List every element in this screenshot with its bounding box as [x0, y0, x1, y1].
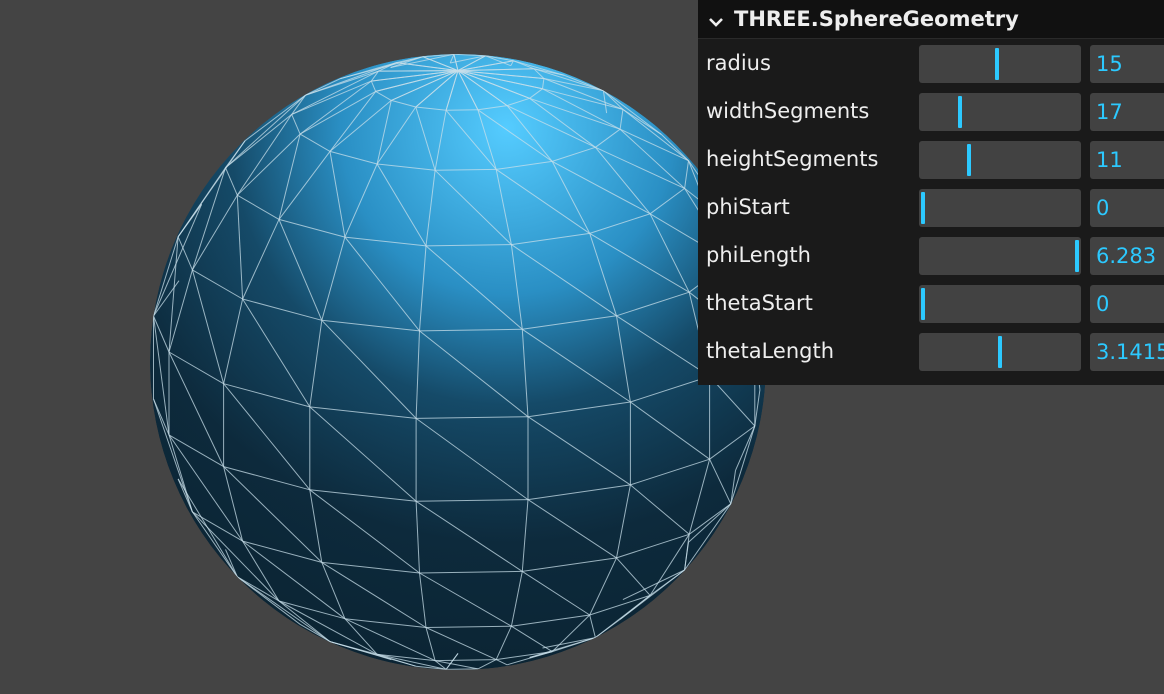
width-segments-input[interactable]: 17	[1090, 93, 1164, 131]
theta-start-input[interactable]: 0	[1090, 285, 1164, 323]
width-segments-slider-handle[interactable]	[957, 96, 962, 128]
radius-slider[interactable]	[919, 45, 1081, 83]
gui-row-phi-length: phiLength 6.283	[698, 231, 1164, 279]
phi-start-slider[interactable]	[919, 189, 1081, 227]
phi-start-label: phiStart	[706, 195, 790, 219]
gui-row-theta-length: thetaLength 3.1415	[698, 327, 1164, 375]
chevron-down-icon	[708, 11, 724, 27]
3d-viewport[interactable]: THREE.SphereGeometry radius 15 widthSegm…	[0, 0, 1164, 694]
theta-length-input[interactable]: 3.1415	[1090, 333, 1164, 371]
wire-edge	[446, 668, 478, 670]
wire-edge	[446, 109, 478, 111]
wire-edge	[378, 70, 459, 72]
phi-length-input[interactable]: 6.283	[1090, 237, 1164, 275]
gui-row-width-segments: widthSegments 17	[698, 87, 1164, 135]
gui-title-label: THREE.SphereGeometry	[734, 7, 1019, 31]
theta-length-slider-handle[interactable]	[998, 336, 1002, 368]
radius-slider-handle[interactable]	[994, 48, 999, 80]
gui-row-theta-start: thetaStart 0	[698, 279, 1164, 327]
gui-row-height-segments: heightSegments 11	[698, 135, 1164, 183]
height-segments-slider[interactable]	[919, 141, 1081, 179]
phi-start-input[interactable]: 0	[1090, 189, 1164, 227]
radius-label: radius	[706, 51, 771, 75]
gui-row-phi-start: phiStart 0	[698, 183, 1164, 231]
phi-length-label: phiLength	[706, 243, 811, 267]
theta-start-slider[interactable]	[919, 285, 1081, 323]
radius-input[interactable]: 15	[1090, 45, 1164, 83]
phi-length-slider[interactable]	[919, 237, 1081, 275]
gui-folder-title[interactable]: THREE.SphereGeometry	[698, 0, 1164, 39]
phi-length-slider-handle[interactable]	[1075, 240, 1079, 272]
width-segments-slider[interactable]	[919, 93, 1081, 131]
width-segments-label: widthSegments	[706, 99, 870, 123]
theta-length-label: thetaLength	[706, 339, 834, 363]
gui-panel: THREE.SphereGeometry radius 15 widthSegm…	[698, 0, 1164, 385]
height-segments-slider-handle[interactable]	[967, 144, 972, 176]
height-segments-label: heightSegments	[706, 147, 879, 171]
gui-row-radius: radius 15	[698, 39, 1164, 87]
phi-start-slider-handle[interactable]	[921, 192, 925, 224]
height-segments-input[interactable]: 11	[1090, 141, 1164, 179]
theta-start-label: thetaStart	[706, 291, 813, 315]
theta-start-slider-handle[interactable]	[921, 288, 925, 320]
theta-length-slider[interactable]	[919, 333, 1081, 371]
